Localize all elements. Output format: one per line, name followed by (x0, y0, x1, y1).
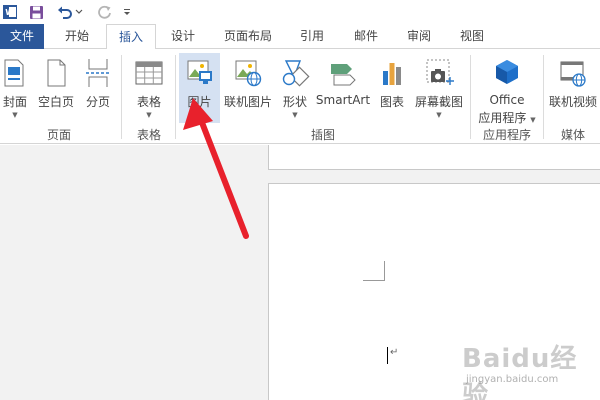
online-picture-button[interactable]: 联机图片 (221, 53, 275, 123)
tab-insert[interactable]: 插入 (106, 24, 156, 50)
previous-page-bottom (268, 145, 600, 170)
margin-corner-mark (363, 261, 385, 281)
chevron-down-icon: ▼ (292, 111, 298, 119)
picture-button[interactable]: 图片 (179, 53, 220, 123)
online-video-icon (558, 57, 588, 89)
quick-access-toolbar: W (0, 0, 600, 24)
smartart-label: SmartArt (315, 93, 371, 107)
online-video-button[interactable]: 联机视频 (546, 53, 600, 123)
watermark-url: jingyan.baidu.com (466, 374, 559, 385)
chart-icon (377, 57, 407, 89)
chevron-down-icon: ▼ (146, 111, 152, 119)
shapes-label: 形状 (282, 95, 307, 109)
tab-page-layout[interactable]: 页面布局 (214, 24, 282, 49)
page-break-button[interactable]: 分页 (80, 53, 116, 123)
save-icon[interactable] (28, 3, 44, 21)
office-apps-button[interactable]: Office 应用程序 ▼ (474, 53, 540, 126)
watermark-text: Baidu经验 (462, 344, 578, 400)
page-break-icon (83, 57, 113, 89)
chevron-down-icon: ▼ (530, 116, 536, 124)
word-icon[interactable]: W (2, 3, 18, 21)
group-separator (543, 55, 544, 139)
svg-text:W: W (5, 8, 14, 17)
picture-icon (185, 57, 215, 89)
tab-mailings[interactable]: 邮件 (344, 24, 388, 49)
table-icon (134, 57, 164, 89)
office-apps-icon (492, 57, 522, 89)
chart-label: 图表 (379, 95, 404, 109)
ribbon-tabs: 文件 开始 插入 设计 页面布局 引用 邮件 审阅 视图 (0, 24, 600, 50)
office-apps-label-line2-text: 应用程序 (478, 111, 527, 125)
group-separator (175, 55, 176, 139)
group-tables-label: 表格 (136, 128, 161, 142)
tab-review[interactable]: 审阅 (396, 24, 442, 49)
tab-view[interactable]: 视图 (450, 24, 494, 49)
office-apps-label-line1: Office (489, 93, 525, 107)
table-label: 表格 (136, 95, 161, 109)
redo-icon[interactable] (96, 3, 112, 21)
shapes-icon (280, 57, 310, 89)
online-picture-icon (233, 57, 263, 89)
watermark-logo: Baidu经验 jingyan.baidu.com (462, 330, 596, 400)
cover-page-button[interactable]: 封面 ▼ (0, 53, 30, 123)
smartart-button[interactable]: SmartArt (314, 53, 372, 123)
text-cursor (387, 347, 388, 364)
page-break-label: 分页 (85, 95, 110, 109)
office-apps-label-line2: 应用程序 ▼ (474, 109, 540, 126)
group-illustrations-label: 插图 (310, 128, 335, 142)
chart-button[interactable]: 图表 (374, 53, 410, 123)
group-media-label: 媒体 (560, 128, 585, 142)
group-pages-label: 页面 (46, 128, 71, 142)
ribbon-insert-panel: 封面 ▼ 空白页 分页 页面 表格 ▼ 表格 图片 联机图片 形状 ▼ Smar… (0, 49, 600, 144)
group-separator (470, 55, 471, 139)
chevron-down-icon: ▼ (12, 111, 18, 119)
tab-design[interactable]: 设计 (160, 24, 206, 49)
cover-page-icon (0, 57, 30, 89)
picture-label: 图片 (187, 95, 212, 109)
tab-home[interactable]: 开始 (53, 24, 101, 49)
chevron-down-icon: ▼ (436, 111, 442, 119)
undo-dropdown-icon[interactable] (74, 3, 84, 21)
screenshot-icon (424, 57, 454, 89)
cover-page-label: 封面 (2, 95, 27, 109)
online-video-label: 联机视频 (548, 95, 597, 109)
tab-file[interactable]: 文件 (0, 24, 44, 49)
smartart-icon (328, 57, 358, 89)
screenshot-label: 屏幕截图 (414, 95, 463, 109)
online-picture-label: 联机图片 (223, 95, 272, 109)
tab-references[interactable]: 引用 (290, 24, 334, 49)
screenshot-button[interactable]: 屏幕截图 ▼ (412, 53, 466, 123)
blank-page-button[interactable]: 空白页 (33, 53, 79, 123)
shapes-button[interactable]: 形状 ▼ (277, 53, 313, 123)
table-button[interactable]: 表格 ▼ (128, 53, 170, 123)
undo-icon[interactable] (56, 3, 74, 21)
group-apps-label: 应用程序 (482, 128, 531, 142)
customize-icon[interactable] (122, 3, 132, 21)
blank-page-label: 空白页 (37, 95, 74, 109)
paragraph-mark-icon: ↵ (390, 347, 399, 358)
group-separator (121, 55, 122, 139)
blank-page-icon (41, 57, 71, 89)
